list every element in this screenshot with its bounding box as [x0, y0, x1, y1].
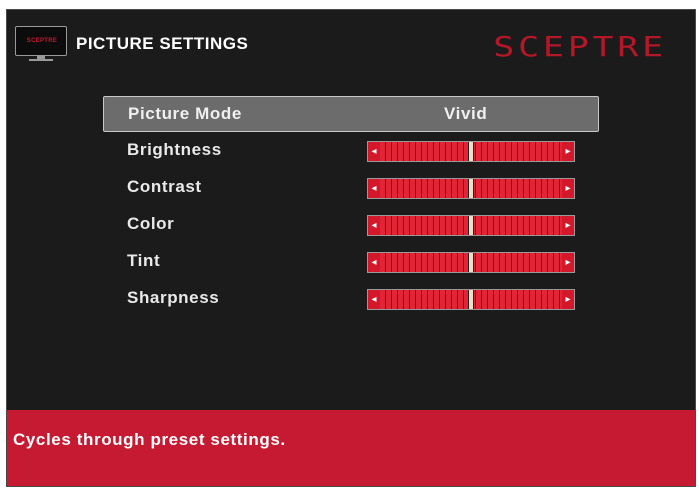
- slider-knob[interactable]: [468, 142, 474, 161]
- header: SCEPTRE PICTURE SETTINGS SCEPTRE: [7, 10, 695, 72]
- picture-mode-value[interactable]: Vivid: [444, 104, 487, 124]
- slider-knob[interactable]: [468, 290, 474, 309]
- osd-menu: SCEPTRE PICTURE SETTINGS SCEPTRE Picture…: [6, 9, 696, 487]
- tint-label: Tint: [127, 251, 161, 270]
- brand-logo: SCEPTRE: [493, 30, 667, 63]
- contrast-row[interactable]: Contrast ◂ ▸: [103, 169, 599, 206]
- tv-screen: SCEPTRE: [15, 26, 67, 56]
- contrast-label: Contrast: [127, 177, 202, 196]
- arrow-left-icon[interactable]: ◂: [368, 253, 380, 272]
- brightness-row[interactable]: Brightness ◂ ▸: [103, 132, 599, 169]
- tint-row[interactable]: Tint ◂ ▸: [103, 243, 599, 280]
- brightness-label: Brightness: [127, 140, 222, 159]
- slider-knob[interactable]: [468, 253, 474, 272]
- arrow-right-icon[interactable]: ▸: [562, 290, 574, 309]
- color-label: Color: [127, 214, 175, 233]
- tv-icon-brand: SCEPTRE: [26, 38, 58, 44]
- color-slider[interactable]: ◂ ▸: [367, 215, 575, 236]
- tint-slider[interactable]: ◂ ▸: [367, 252, 575, 273]
- tv-base: [29, 59, 53, 61]
- brightness-slider[interactable]: ◂ ▸: [367, 141, 575, 162]
- arrow-right-icon[interactable]: ▸: [562, 179, 574, 198]
- picture-mode-row[interactable]: Picture Mode Vivid: [103, 96, 599, 132]
- tv-icon: SCEPTRE: [15, 26, 69, 61]
- arrow-left-icon[interactable]: ◂: [368, 142, 380, 161]
- sharpness-row[interactable]: Sharpness ◂ ▸: [103, 280, 599, 317]
- sharpness-slider[interactable]: ◂ ▸: [367, 289, 575, 310]
- page-title: PICTURE SETTINGS: [76, 34, 249, 53]
- arrow-left-icon[interactable]: ◂: [368, 216, 380, 235]
- help-text: Cycles through preset settings.: [13, 430, 286, 449]
- contrast-slider[interactable]: ◂ ▸: [367, 178, 575, 199]
- arrow-left-icon[interactable]: ◂: [368, 179, 380, 198]
- picture-mode-label: Picture Mode: [128, 104, 242, 123]
- slider-knob[interactable]: [468, 216, 474, 235]
- sharpness-label: Sharpness: [127, 288, 220, 307]
- arrow-left-icon[interactable]: ◂: [368, 290, 380, 309]
- help-bar: Cycles through preset settings.: [7, 410, 695, 486]
- arrow-right-icon[interactable]: ▸: [562, 253, 574, 272]
- settings-menu: Picture Mode Vivid Brightness ◂ ▸ Contra…: [103, 96, 599, 317]
- arrow-right-icon[interactable]: ▸: [562, 216, 574, 235]
- color-row[interactable]: Color ◂ ▸: [103, 206, 599, 243]
- arrow-right-icon[interactable]: ▸: [562, 142, 574, 161]
- slider-knob[interactable]: [468, 179, 474, 198]
